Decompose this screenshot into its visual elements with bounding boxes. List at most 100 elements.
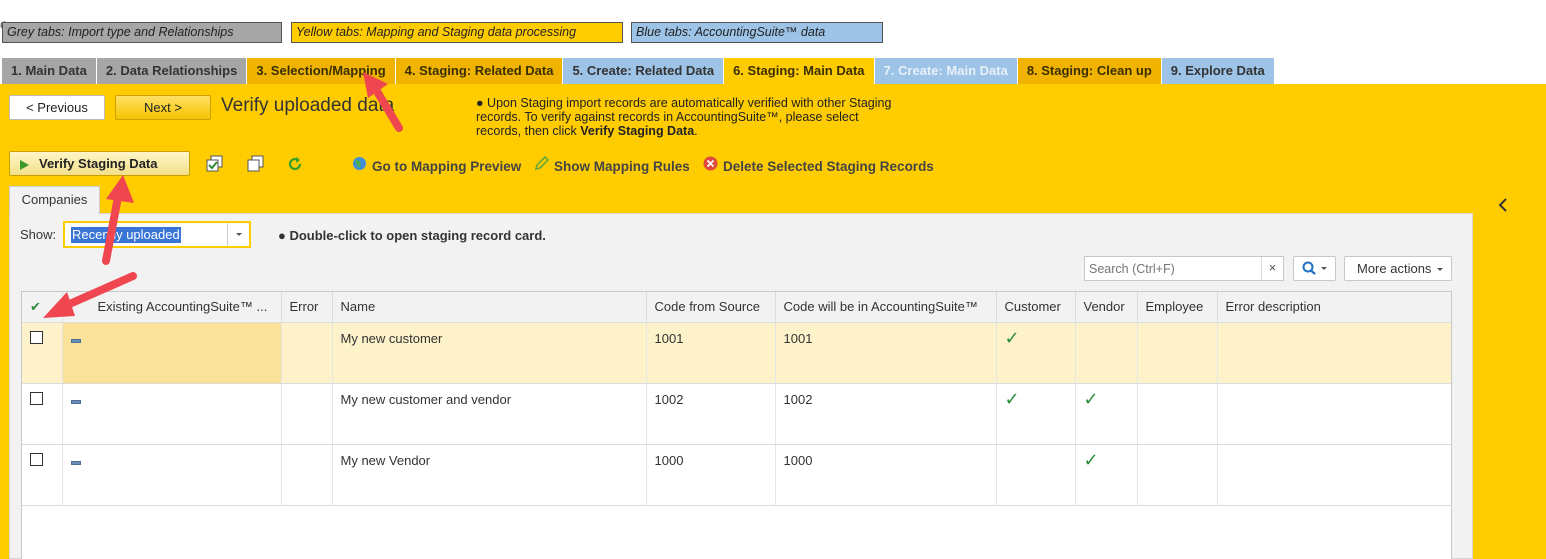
row-checkbox[interactable]	[30, 391, 43, 405]
tab-selection-mapping[interactable]: 3. Selection/Mapping	[247, 58, 396, 84]
go-to-mapping-preview-link[interactable]: Go to Mapping Preview	[352, 156, 521, 174]
show-label: Show:	[20, 227, 57, 242]
search-box: ×	[1084, 256, 1284, 281]
vendor-cell[interactable]	[1075, 322, 1138, 384]
code-as-cell[interactable]: 1000	[775, 444, 997, 506]
globe-icon	[352, 156, 367, 174]
row-checkbox[interactable]	[30, 452, 43, 466]
info-note: ● Upon Staging import records are automa…	[476, 96, 896, 138]
employee-cell[interactable]	[1137, 444, 1218, 506]
column-header-name[interactable]: Name	[332, 292, 647, 323]
error-description-cell[interactable]	[1217, 383, 1451, 445]
customer-cell[interactable]: ✓	[996, 383, 1076, 445]
search-button[interactable]	[1293, 256, 1336, 281]
code-as-cell[interactable]: 1001	[775, 322, 997, 384]
vendor-cell[interactable]: ✓	[1075, 383, 1138, 445]
double-click-hint: ● Double-click to open staging record ca…	[278, 228, 546, 243]
row-checkbox[interactable]	[30, 330, 43, 344]
table-row[interactable]: My new Vendor 1000 1000 ✓	[22, 444, 1451, 506]
tab-staging-clean-up[interactable]: 8. Staging: Clean up	[1017, 58, 1162, 84]
tab-staging-main-data[interactable]: 6. Staging: Main Data	[724, 58, 875, 84]
error-cell[interactable]	[281, 383, 333, 445]
verify-staging-data-button[interactable]: Verify Staging Data	[9, 151, 190, 176]
vendor-cell[interactable]: ✓	[1075, 444, 1138, 506]
code-source-cell[interactable]: 1001	[646, 322, 776, 384]
code-source-cell[interactable]: 1002	[646, 383, 776, 445]
column-header-code-source[interactable]: Code from Source	[646, 292, 776, 323]
tab-staging-related-data[interactable]: 4. Staging: Related Data	[395, 58, 564, 84]
info-end: .	[694, 124, 698, 138]
table-row[interactable]: My new customer and vendor 1002 1002 ✓ ✓	[22, 383, 1451, 445]
staging-records-grid: ✔ Existing AccountingSuite™ ... Error Na…	[21, 291, 1452, 559]
tab-main-data[interactable]: 1. Main Data	[2, 58, 97, 84]
error-cell[interactable]	[281, 444, 333, 506]
delete-selected-label: Delete Selected Staging Records	[723, 159, 934, 174]
row-checkbox-cell[interactable]	[22, 383, 63, 445]
more-actions-button[interactable]: More actions	[1344, 256, 1452, 281]
empty-ref-icon	[70, 338, 81, 343]
search-icon	[1302, 261, 1327, 275]
legend-blue: Blue tabs: AccountingSuite™ data	[631, 22, 883, 43]
employee-cell[interactable]	[1137, 383, 1218, 445]
column-header-existing[interactable]: Existing AccountingSuite™ ...	[62, 292, 282, 323]
page-title: Verify uploaded data	[221, 95, 395, 116]
row-checkbox-cell[interactable]	[22, 444, 63, 506]
show-mapping-rules-label: Show Mapping Rules	[554, 159, 690, 174]
refresh-icon[interactable]	[286, 155, 304, 173]
staging-main-data-screen: C Grey tabs: Import type and Relationshi…	[0, 0, 1546, 559]
search-input[interactable]	[1085, 257, 1261, 280]
tab-companies[interactable]: Companies	[9, 186, 100, 214]
uncheck-all-icon[interactable]	[247, 155, 265, 173]
chevron-down-icon[interactable]	[227, 223, 249, 246]
column-header-employee[interactable]: Employee	[1137, 292, 1218, 323]
show-mapping-rules-link[interactable]: Show Mapping Rules	[534, 155, 690, 174]
show-filter-select[interactable]: Recently uploaded	[63, 221, 251, 248]
error-cell[interactable]	[281, 322, 333, 384]
empty-ref-icon	[70, 460, 81, 465]
tab-explore-data[interactable]: 9. Explore Data	[1161, 58, 1275, 84]
check-all-icon[interactable]	[206, 155, 224, 173]
column-header-code-as[interactable]: Code will be in AccountingSuite™	[775, 292, 997, 323]
customer-check-icon: ✓	[1004, 327, 1020, 348]
table-row[interactable]: My new customer 1001 1001 ✓	[22, 322, 1451, 384]
delete-selected-staging-records-link[interactable]: Delete Selected Staging Records	[703, 156, 934, 174]
existing-cell[interactable]	[62, 383, 282, 445]
code-source-cell[interactable]: 1000	[646, 444, 776, 506]
error-description-cell[interactable]	[1217, 322, 1451, 384]
name-cell[interactable]: My new Vendor	[332, 444, 647, 506]
error-description-cell[interactable]	[1217, 444, 1451, 506]
chevron-left-icon[interactable]	[1496, 195, 1510, 215]
row-checkbox-cell[interactable]	[22, 322, 63, 384]
column-header-error[interactable]: Error	[281, 292, 333, 323]
customer-check-icon: ✓	[1004, 388, 1020, 409]
previous-button[interactable]: < Previous	[9, 95, 105, 120]
employee-cell[interactable]	[1137, 322, 1218, 384]
name-cell[interactable]: My new customer	[332, 322, 647, 384]
legend-yellow: Yellow tabs: Mapping and Staging data pr…	[291, 22, 623, 43]
vendor-check-icon: ✓	[1083, 449, 1099, 470]
step-tabs: 1. Main Data 2. Data Relationships 3. Se…	[2, 58, 1275, 84]
grid-header-row: ✔ Existing AccountingSuite™ ... Error Na…	[22, 292, 1451, 323]
go-to-mapping-preview-label: Go to Mapping Preview	[372, 159, 522, 174]
existing-cell[interactable]	[62, 322, 282, 384]
more-actions-label: More actions	[1357, 261, 1432, 276]
pencil-icon	[534, 155, 550, 174]
customer-cell[interactable]: ✓	[996, 322, 1076, 384]
next-button[interactable]: Next >	[115, 95, 211, 120]
tab-create-related-data[interactable]: 5. Create: Related Data	[563, 58, 725, 84]
name-cell[interactable]: My new customer and vendor	[332, 383, 647, 445]
column-header-customer[interactable]: Customer	[996, 292, 1076, 323]
column-header-vendor[interactable]: Vendor	[1075, 292, 1138, 323]
check-icon: ✔	[30, 298, 41, 314]
column-header-error-description[interactable]: Error description	[1217, 292, 1451, 323]
clear-search-button[interactable]: ×	[1261, 257, 1283, 280]
info-bold: Verify Staging Data	[580, 124, 695, 138]
code-as-cell[interactable]: 1002	[775, 383, 997, 445]
play-icon	[20, 159, 29, 170]
tab-create-main-data[interactable]: 7. Create: Main Data	[874, 58, 1018, 84]
customer-cell[interactable]	[996, 444, 1076, 506]
tab-data-relationships[interactable]: 2. Data Relationships	[96, 58, 248, 84]
delete-icon	[703, 156, 718, 174]
existing-cell[interactable]	[62, 444, 282, 506]
select-all-column-header[interactable]: ✔	[22, 292, 63, 323]
